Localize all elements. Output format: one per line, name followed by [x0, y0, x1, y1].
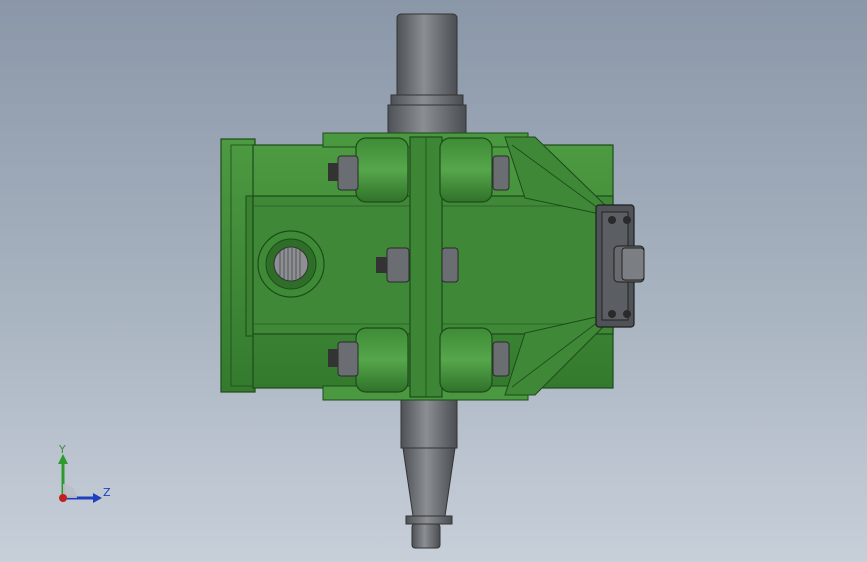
center-rib[interactable]	[409, 136, 443, 398]
x-axis-dot	[59, 494, 67, 502]
bearing-block-top-right[interactable]	[439, 137, 493, 203]
3d-model-view[interactable]	[0, 0, 867, 562]
end-cover-bolt[interactable]	[613, 245, 645, 283]
bearing-block-top-left[interactable]	[355, 137, 409, 203]
z-axis-arrowhead	[93, 493, 102, 503]
bearing-block-bottom-left[interactable]	[355, 327, 409, 393]
graphics-viewport[interactable]: Y Z	[0, 0, 867, 562]
input-port[interactable]	[257, 230, 325, 298]
bearing-block-bottom-right[interactable]	[439, 327, 493, 393]
y-axis-label: Y	[59, 443, 66, 456]
hex-nut[interactable]	[441, 247, 459, 283]
axis-triad	[58, 454, 102, 503]
left-flange[interactable]	[220, 138, 257, 393]
z-axis-label: Z	[103, 486, 111, 499]
lower-shaft[interactable]	[400, 391, 458, 549]
upper-shaft[interactable]	[387, 13, 467, 138]
hex-nut[interactable]	[492, 341, 510, 377]
hex-nut[interactable]	[492, 155, 510, 191]
